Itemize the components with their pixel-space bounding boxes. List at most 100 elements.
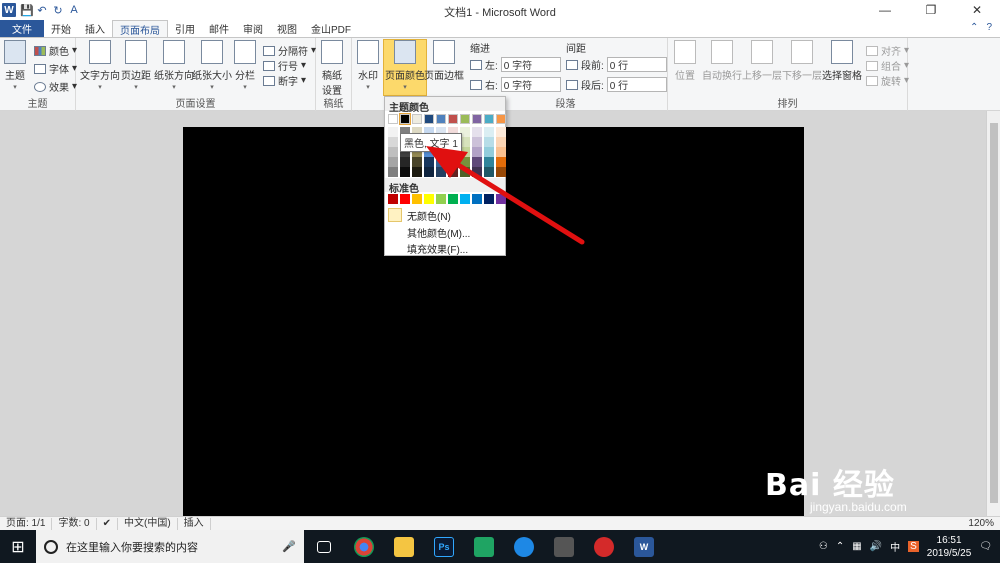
theme-color-swatch[interactable]	[388, 114, 398, 124]
standard-color-swatch[interactable]	[400, 194, 410, 204]
ribbon-collapse-icon[interactable]: ⌃	[970, 22, 978, 33]
theme-shade-swatch[interactable]	[484, 137, 494, 147]
language-indicator[interactable]: 中文(中国)	[118, 517, 178, 530]
indent-right-input[interactable]: 0 字符	[500, 77, 561, 92]
standard-color-swatch[interactable]	[484, 194, 494, 204]
spacing-after-input[interactable]: 0 行	[606, 77, 667, 92]
theme-color-swatch[interactable]	[472, 114, 482, 124]
theme-shade-swatch[interactable]	[424, 167, 434, 177]
send-backward-button[interactable]: 下移一层	[782, 40, 822, 82]
standard-color-swatch[interactable]	[436, 194, 446, 204]
zoom-level[interactable]: 120%	[962, 518, 1000, 530]
tab-mailings[interactable]: 邮件	[202, 20, 236, 37]
tab-file[interactable]: 文件	[0, 20, 44, 37]
theme-shade-swatch[interactable]	[496, 147, 506, 157]
save-icon[interactable]: 💾	[20, 4, 34, 17]
orientation-button[interactable]: 纸张方向 ▾	[154, 40, 194, 91]
theme-shade-swatch[interactable]	[472, 147, 482, 157]
word-taskbar-icon[interactable]: W	[624, 530, 664, 563]
file-explorer-icon[interactable]	[384, 530, 424, 563]
standard-color-swatch[interactable]	[448, 194, 458, 204]
theme-color-swatch[interactable]	[448, 114, 458, 124]
standard-color-swatch[interactable]	[424, 194, 434, 204]
page-count[interactable]: 页面: 1/1	[0, 517, 53, 530]
theme-color-swatch[interactable]	[460, 114, 470, 124]
columns-button[interactable]: 分栏 ▾	[234, 40, 256, 91]
theme-shade-swatch[interactable]	[484, 157, 494, 167]
theme-shade-swatch[interactable]	[496, 157, 506, 167]
theme-color-swatch[interactable]	[496, 114, 506, 124]
page-color-button[interactable]: 页面颜色 ▾	[383, 39, 427, 96]
ime-indicator[interactable]: 中	[890, 539, 900, 554]
draft-paper-button[interactable]: 稿纸 设置	[321, 40, 343, 97]
vertical-scrollbar[interactable]	[986, 111, 1000, 516]
theme-color-swatch[interactable]	[436, 114, 446, 124]
undo-icon[interactable]: ↶	[36, 4, 48, 17]
theme-shade-swatch[interactable]	[484, 167, 494, 177]
tab-page-layout[interactable]: 页面布局	[112, 20, 168, 37]
standard-color-swatch[interactable]	[388, 194, 398, 204]
sogou-ime-icon[interactable]: S	[908, 541, 919, 552]
wrap-text-button[interactable]: 自动换行	[702, 40, 742, 82]
tab-kingsoft-pdf[interactable]: 金山PDF	[304, 20, 358, 37]
align-button[interactable]: 对齐 ▾	[866, 43, 909, 58]
selection-pane-button[interactable]: 选择窗格	[822, 40, 862, 82]
network-icon[interactable]: ▦	[852, 541, 861, 552]
themes-button[interactable]: 主题 ▾	[4, 40, 26, 91]
theme-shade-swatch[interactable]	[400, 157, 410, 167]
tab-insert[interactable]: 插入	[78, 20, 112, 37]
photo-app-icon[interactable]	[544, 530, 584, 563]
insert-mode[interactable]: 插入	[178, 517, 211, 530]
standard-color-swatch[interactable]	[412, 194, 422, 204]
theme-shade-swatch[interactable]	[484, 147, 494, 157]
chrome-icon[interactable]	[344, 530, 384, 563]
theme-shade-swatch[interactable]	[412, 167, 422, 177]
theme-shade-swatch[interactable]	[448, 167, 458, 177]
tab-view[interactable]: 视图	[270, 20, 304, 37]
fill-effects-item[interactable]: 填充效果(F)...	[385, 240, 505, 256]
more-colors-item[interactable]: 其他颜色(M)...	[385, 224, 505, 240]
hyphenation-button[interactable]: 断字 ▾	[263, 73, 306, 88]
task-view-icon[interactable]	[304, 530, 344, 563]
microphone-icon[interactable]: 🎤	[282, 540, 296, 553]
theme-shade-swatch[interactable]	[496, 127, 506, 137]
format-painter-icon[interactable]: A	[68, 4, 80, 16]
tab-references[interactable]: 引用	[168, 20, 202, 37]
theme-shade-swatch[interactable]	[436, 157, 446, 167]
rotate-button[interactable]: 旋转 ▾	[866, 73, 909, 88]
scrollbar-thumb[interactable]	[990, 123, 998, 503]
page-border-button[interactable]: 页面边框	[424, 40, 464, 82]
margins-button[interactable]: 页边距 ▾	[121, 40, 151, 91]
theme-shade-swatch[interactable]	[460, 167, 470, 177]
theme-shade-swatch[interactable]	[496, 167, 506, 177]
breaks-button[interactable]: 分隔符 ▾	[263, 43, 316, 58]
theme-shade-swatch[interactable]	[400, 167, 410, 177]
position-button[interactable]: 位置	[674, 40, 696, 82]
minimize-button[interactable]: —	[862, 0, 908, 20]
word-count[interactable]: 字数: 0	[52, 517, 97, 530]
theme-shade-swatch[interactable]	[472, 137, 482, 147]
theme-shade-swatch[interactable]	[388, 137, 398, 147]
tab-home[interactable]: 开始	[44, 20, 78, 37]
close-button[interactable]: ✕	[954, 0, 1000, 20]
indent-left-input[interactable]: 0 字符	[500, 57, 561, 72]
standard-color-swatch[interactable]	[496, 194, 506, 204]
theme-shade-swatch[interactable]	[472, 157, 482, 167]
text-direction-button[interactable]: 文字方向 ▾	[80, 40, 120, 91]
restore-button[interactable]: ❐	[908, 0, 954, 20]
theme-shade-swatch[interactable]	[460, 157, 470, 167]
paper-size-button[interactable]: 纸张大小 ▾	[192, 40, 232, 91]
standard-color-swatch[interactable]	[460, 194, 470, 204]
group-button[interactable]: 组合 ▾	[866, 58, 909, 73]
theme-effects-button[interactable]: 效果 ▾	[34, 79, 77, 94]
spacing-before-input[interactable]: 0 行	[606, 57, 667, 72]
theme-shade-swatch[interactable]	[448, 157, 458, 167]
theme-fonts-button[interactable]: 字体 ▾	[34, 61, 77, 76]
word-logo-icon[interactable]: W	[2, 3, 16, 17]
theme-shade-swatch[interactable]	[484, 127, 494, 137]
theme-shade-swatch[interactable]	[388, 167, 398, 177]
media-player-icon[interactable]	[464, 530, 504, 563]
tray-chevron-icon[interactable]: ⌃	[836, 541, 844, 552]
taskbar-search[interactable]: 在这里输入你要搜索的内容 🎤	[36, 530, 304, 563]
theme-shade-swatch[interactable]	[472, 167, 482, 177]
